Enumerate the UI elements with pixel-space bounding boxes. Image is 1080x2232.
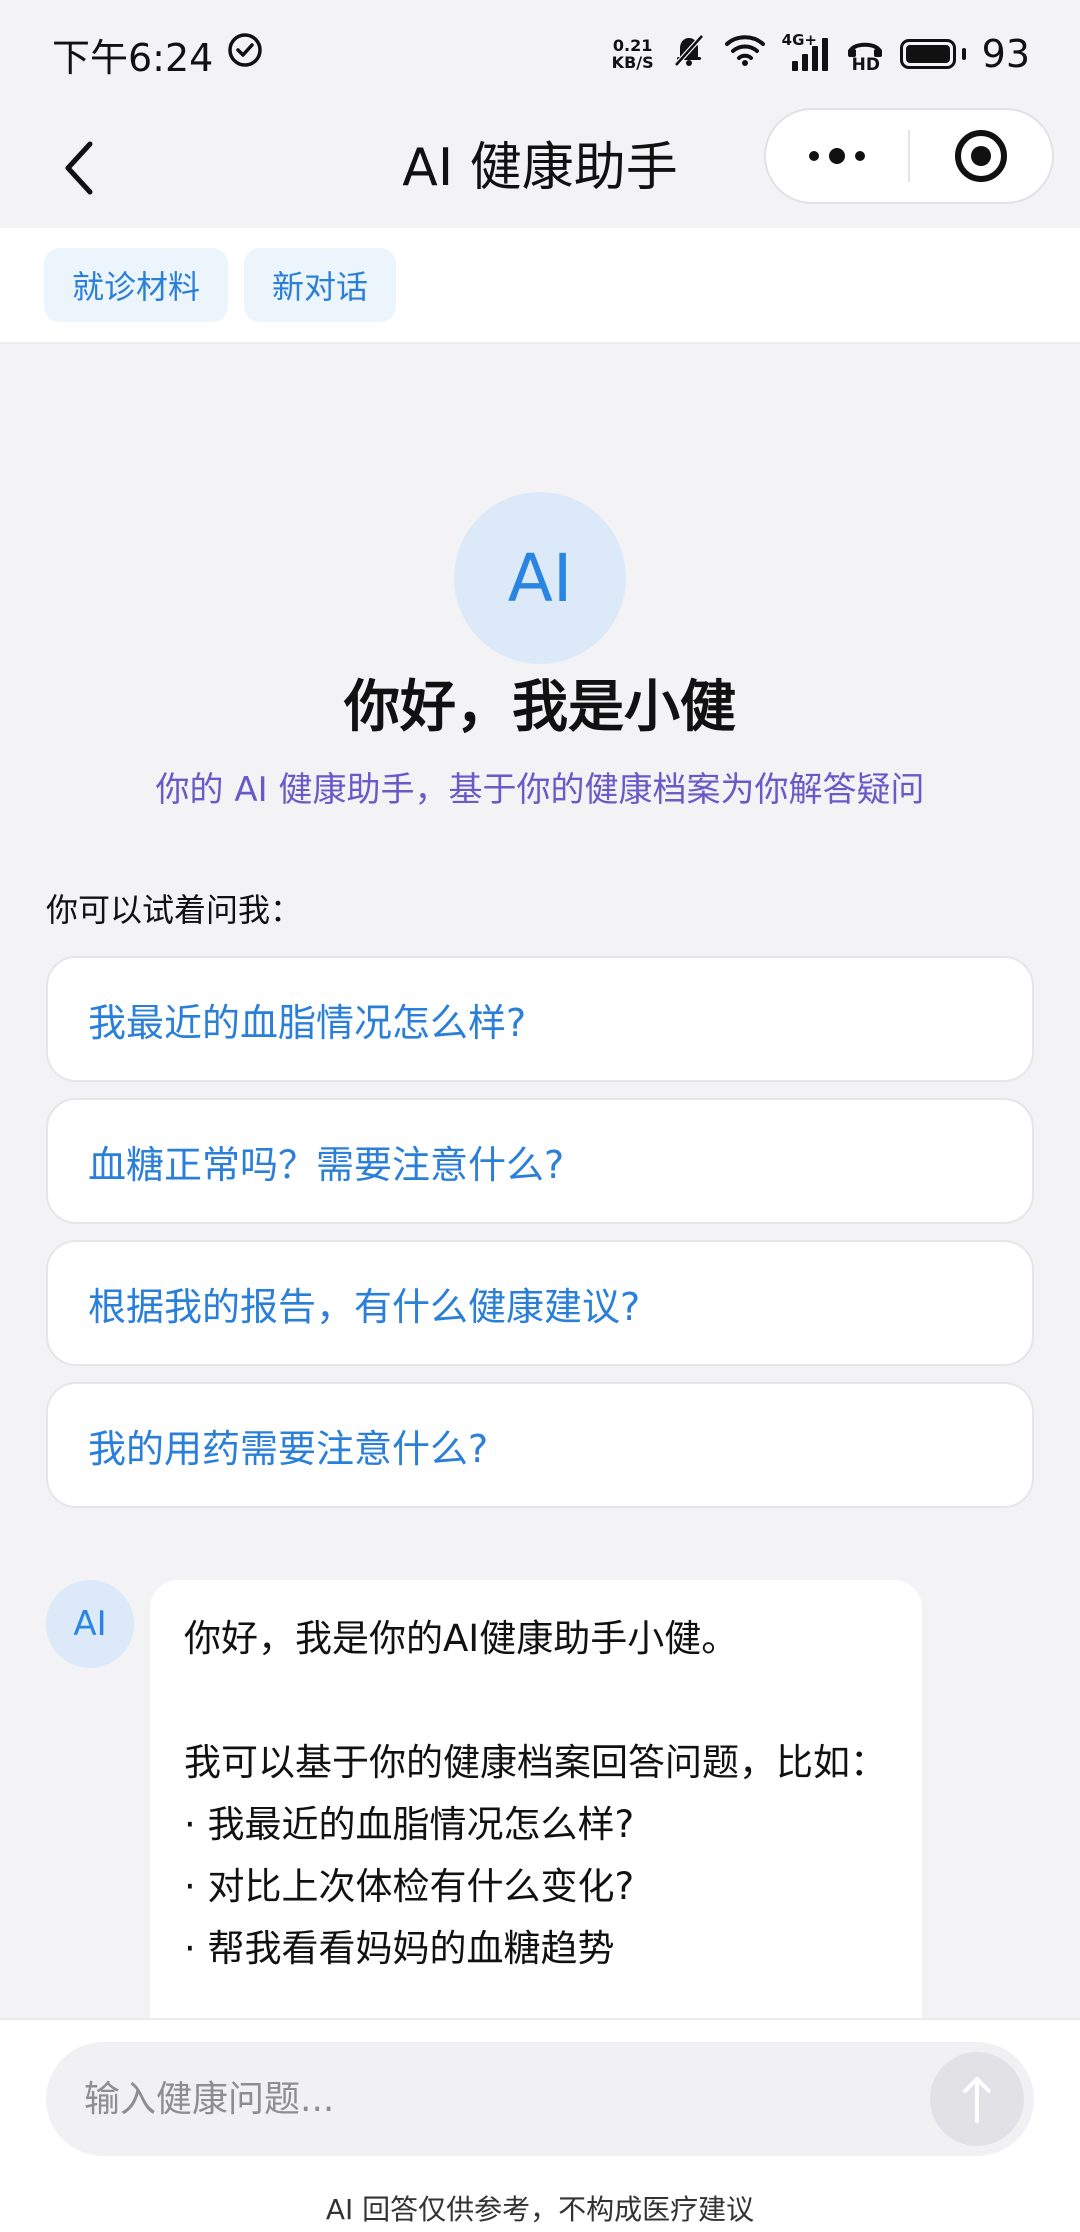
hd-call-icon: HD	[846, 35, 884, 75]
more-dots-icon	[809, 148, 865, 164]
mini-program-capsule	[764, 108, 1054, 204]
assistant-message-bubble: 你好，我是你的AI健康助手小健。 我可以基于你的健康档案回答问题，比如： · 我…	[150, 1580, 922, 2060]
check-circle-icon	[227, 32, 263, 77]
input-container	[46, 2042, 1034, 2156]
network-speed-unit: KB/S	[611, 53, 654, 72]
cellular-signal-icon: 4G+	[782, 31, 830, 73]
message-line: 我可以基于你的健康档案回答问题，比如：	[184, 1741, 887, 1784]
battery-body	[899, 39, 956, 69]
suggestion-item[interactable]: 血糖正常吗？需要注意什么?	[46, 1098, 1034, 1224]
status-bar: 下午6:24 0.21 KB/S 4G+ HD 93	[0, 0, 1080, 108]
send-button[interactable]	[930, 2052, 1024, 2146]
message-avatar: AI	[46, 1580, 134, 1668]
target-circle-icon	[954, 130, 1007, 182]
suggestion-item[interactable]: 我最近的血脂情况怎么样?	[46, 956, 1034, 1082]
suggestions-label: 你可以试着问我：	[46, 891, 303, 929]
medical-materials-button[interactable]: 就诊材料	[44, 248, 229, 322]
status-right: 0.21 KB/S 4G+ HD 93	[612, 31, 1030, 78]
wifi-icon	[724, 32, 766, 76]
chevron-left-icon	[65, 141, 93, 195]
suggestion-item[interactable]: 我的用药需要注意什么?	[46, 1382, 1034, 1508]
message-line: 你好，我是你的AI健康助手小健。	[184, 1617, 739, 1660]
hd-label: HD	[851, 55, 880, 75]
message-bullet: · 对比上次体检有什么变化?	[184, 1865, 635, 1908]
status-time: 下午6:24	[52, 35, 214, 80]
more-button[interactable]	[766, 110, 908, 202]
assistant-avatar: AI	[454, 492, 626, 664]
dot	[829, 148, 845, 164]
suggestion-list: 我最近的血脂情况怎么样? 血糖正常吗？需要注意什么? 根据我的报告，有什么健康建…	[46, 956, 1034, 1524]
disclaimer-text: AI 回答仅供参考，不构成医疗建议	[325, 2193, 755, 2226]
network-speed: 0.21 KB/S	[612, 37, 654, 71]
question-input[interactable]	[84, 2042, 924, 2156]
dot	[809, 151, 819, 161]
composer-bar: AI 回答仅供参考，不构成医疗建议	[0, 2018, 1080, 2232]
target-dot	[970, 146, 991, 166]
back-button[interactable]	[40, 128, 120, 208]
close-button[interactable]	[910, 110, 1052, 202]
suggestion-item[interactable]: 根据我的报告，有什么健康建议?	[46, 1240, 1034, 1366]
message-bullet: · 帮我看看妈妈的血糖趋势	[184, 1927, 615, 1970]
new-chat-button[interactable]: 新对话	[244, 248, 397, 322]
battery-icon	[899, 39, 966, 69]
dot	[855, 151, 865, 161]
status-left: 下午6:24	[52, 27, 263, 82]
arrow-up-icon	[963, 2077, 991, 2123]
navigation-bar: AI 健康助手	[0, 108, 1080, 228]
battery-cap	[961, 48, 966, 60]
welcome-subtitle: 你的 AI 健康助手，基于你的健康档案为你解答疑问	[155, 770, 925, 810]
bell-muted-icon	[670, 31, 708, 78]
welcome-greeting: 你好，我是小健	[344, 675, 736, 740]
app-screen: 下午6:24 0.21 KB/S 4G+ HD 93 AI 健康助手 就诊材料 …	[0, 0, 1080, 2232]
network-speed-value: 0.21	[612, 36, 653, 55]
battery-fill	[905, 45, 950, 63]
action-bar: 就诊材料 新对话	[0, 228, 1080, 344]
battery-level: 93	[981, 32, 1030, 76]
message-bullet: · 我最近的血脂情况怎么样?	[184, 1803, 635, 1846]
